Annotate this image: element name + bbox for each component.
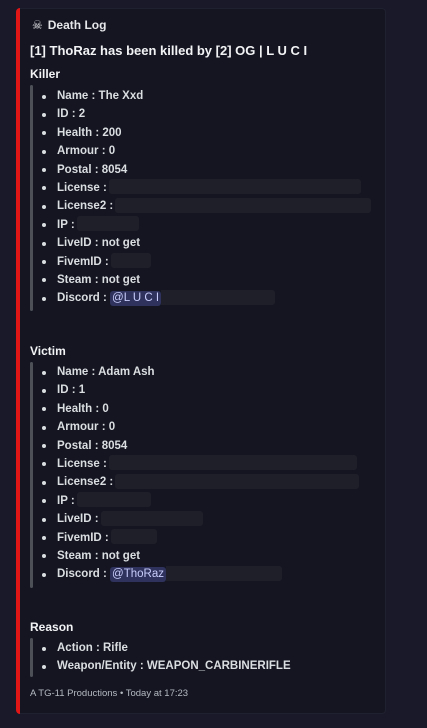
reason-quote-bar xyxy=(30,638,33,677)
redacted-fivemid xyxy=(110,528,157,544)
reason-heading: Reason xyxy=(30,620,74,634)
killer-postal: Postal : 8054 xyxy=(38,161,371,179)
killer-license: License : xyxy=(38,179,371,197)
killer-heading: Killer xyxy=(30,67,61,81)
killer-license2: License2 : xyxy=(38,197,372,215)
victim-steam: Steam : not get xyxy=(38,547,359,565)
reason-details-list: Action : Rifle Weapon/Entity : WEAPON_CA… xyxy=(38,639,291,676)
redacted-license2 xyxy=(115,473,360,489)
victim-quote-bar xyxy=(30,362,33,588)
killer-details-list: Name : The Xxd ID : 2 Health : 200 Armou… xyxy=(38,87,372,308)
redacted-discord xyxy=(166,565,282,581)
victim-postal: Postal : 8054 xyxy=(38,437,359,455)
embed-author-name: Death Log xyxy=(47,18,107,32)
victim-discord-mention[interactable]: @ThoRaz xyxy=(110,567,166,583)
killer-liveid: LiveID : not get xyxy=(38,234,371,252)
redacted-liveid xyxy=(100,510,203,526)
embed-accent-bar xyxy=(16,8,20,714)
redacted-ip xyxy=(76,492,151,508)
killer-armour: Armour : 0 xyxy=(38,142,371,160)
redacted-fivemid xyxy=(110,252,151,268)
killer-id: ID : 2 xyxy=(38,105,371,123)
victim-details-list: Name : Adam Ash ID : 1 Health : 0 Armour… xyxy=(38,363,360,584)
victim-liveid: LiveID : xyxy=(38,510,359,528)
killer-name: Name : The Xxd xyxy=(38,87,371,105)
victim-health: Health : 0 xyxy=(38,400,359,418)
killer-ip: IP : xyxy=(38,216,371,234)
killer-quote-bar xyxy=(30,85,33,311)
redacted-discord xyxy=(161,289,276,305)
victim-discord: Discord : @ThoRaz xyxy=(38,565,359,583)
killer-discord-mention[interactable]: @L U C I xyxy=(110,291,162,307)
victim-id: ID : 1 xyxy=(38,381,359,399)
victim-name: Name : Adam Ash xyxy=(38,363,359,381)
embed-author: ☠ Death Log xyxy=(32,18,106,32)
killer-steam: Steam : not get xyxy=(38,271,371,289)
redacted-license xyxy=(108,179,361,195)
victim-armour: Armour : 0 xyxy=(38,418,359,436)
reason-weapon: Weapon/Entity : WEAPON_CARBINERIFLE xyxy=(38,657,291,675)
redacted-ip xyxy=(76,216,139,232)
embed-footer: A TG-11 Productions • Today at 17:23 xyxy=(30,688,189,699)
embed-title: [1] ThoRaz has been killed by [2] OG | L… xyxy=(30,43,308,58)
skull-icon: ☠ xyxy=(32,18,43,32)
victim-ip: IP : xyxy=(38,492,359,510)
victim-license: License : xyxy=(38,455,359,473)
killer-fivemid: FivemID : xyxy=(38,252,371,271)
reason-action: Action : Rifle xyxy=(38,639,291,657)
victim-fivemid: FivemID : xyxy=(38,528,359,547)
redacted-license xyxy=(108,455,357,471)
victim-heading: Victim xyxy=(30,344,66,358)
killer-discord: Discord : @L U C I xyxy=(38,289,371,307)
killer-health: Health : 200 xyxy=(38,124,371,142)
victim-license2: License2 : xyxy=(38,473,360,491)
redacted-license2 xyxy=(115,197,372,213)
